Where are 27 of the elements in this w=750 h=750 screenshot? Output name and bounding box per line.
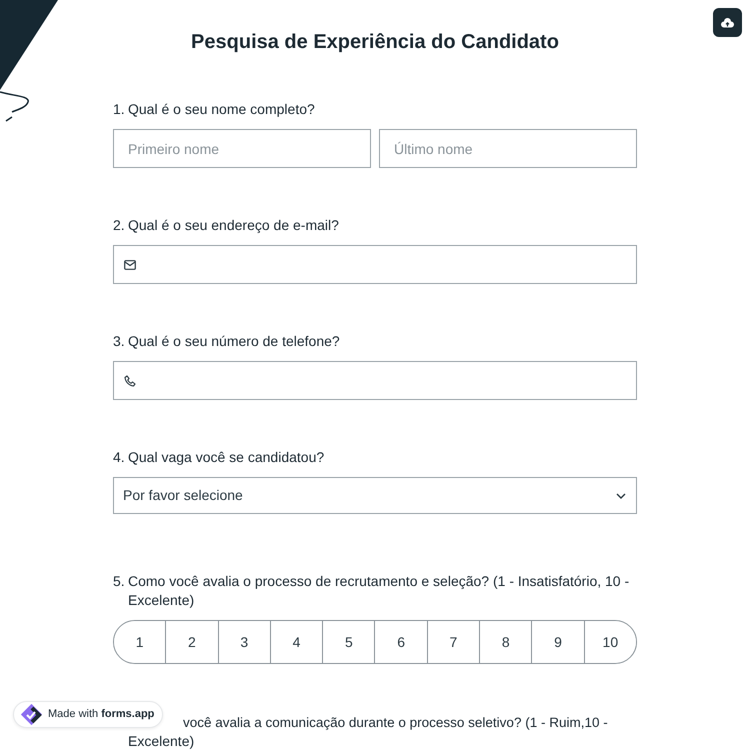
question-number: 4. [113,448,126,467]
phone-icon [124,374,136,386]
question-label: Qual é o seu nome completo? [128,100,315,119]
phone-field[interactable] [113,361,637,400]
made-with-badge[interactable]: Made with forms.app [13,701,164,728]
question-number: 1. [113,100,126,119]
text-field[interactable]: Último nome [379,129,637,168]
envelope-icon [124,260,136,270]
question-number: 3. [113,332,126,351]
select-dropdown[interactable]: Por favor selecione [113,477,637,514]
question-number: 5. [113,572,126,591]
chevron-down-icon [616,492,626,498]
question-label: Como você avalia o processo de recrutamento e seleção? (1 - Insatisfatório, 10 - Excelente) [128,572,630,610]
logo [20,704,44,726]
question-number: 2. [113,216,126,235]
question-label: você avalia a comunicação durante o processo seletivo? (1 - Ruim,10 - [183,714,608,732]
rating-option[interactable]: 10 [584,621,636,663]
question-label: Qual é o seu endereço de e-mail? [128,216,339,235]
cloud-upload-icon [721,18,734,28]
text-field[interactable]: Primeiro nome [113,129,371,168]
badge-text: Made with forms.app [48,707,154,722]
form-title: Pesquisa de Experiência do Candidato [190,30,560,54]
question-label: Excelente) [128,732,194,750]
question-label: Qual é o seu número de telefone? [128,332,340,351]
email-field[interactable] [113,245,637,284]
question-label: Qual vaga você se candidatou? [128,448,324,467]
cloud-upload-button[interactable] [713,8,742,37]
